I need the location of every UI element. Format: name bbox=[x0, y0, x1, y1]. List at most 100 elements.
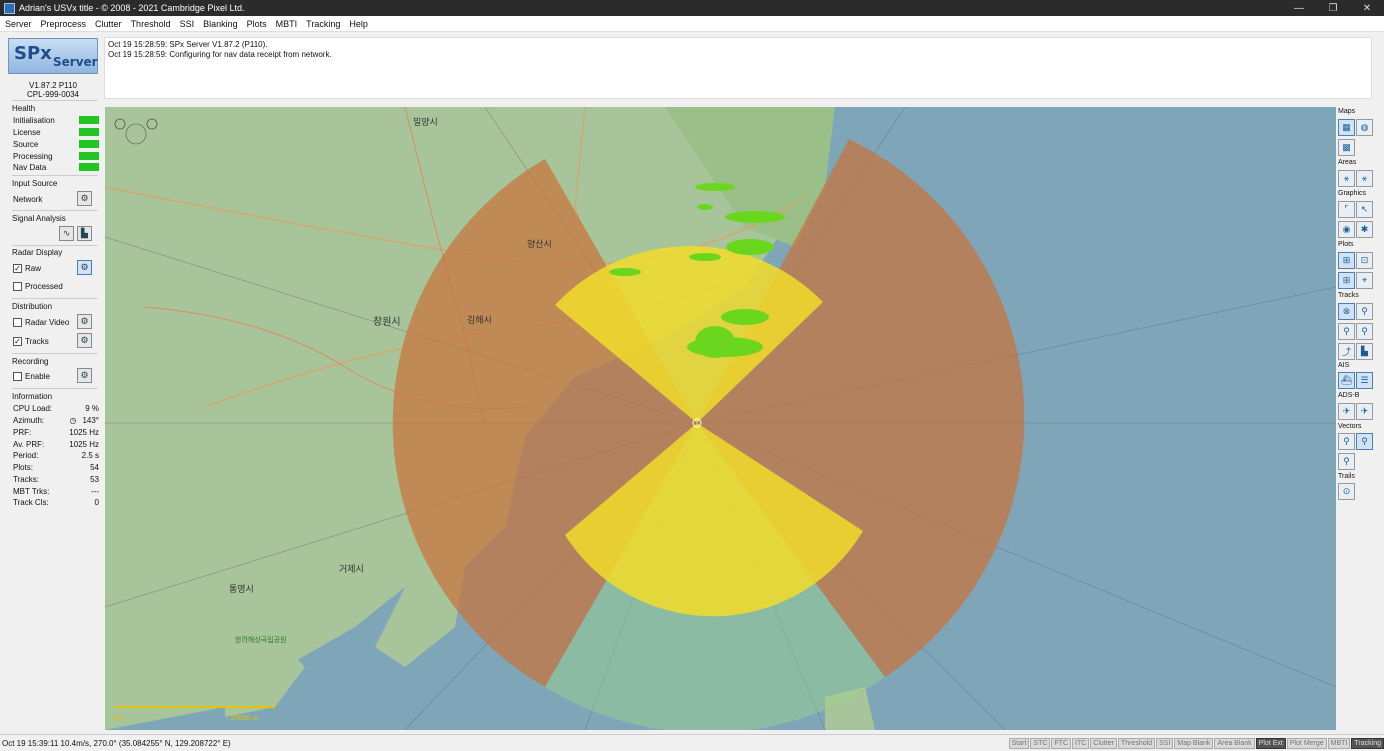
minimize-button[interactable]: — bbox=[1282, 0, 1316, 16]
info-label: Period: bbox=[13, 450, 39, 460]
status-map-blank-button[interactable]: Map Blank bbox=[1174, 737, 1214, 749]
serial-label: CPL-999-0034 bbox=[26, 90, 80, 99]
status-coordinates: Oct 19 15:39:11 10.4m/s, 270.0° (35.0842… bbox=[2, 738, 231, 748]
marker-icon: ⌖ bbox=[1361, 275, 1368, 285]
divider bbox=[12, 353, 98, 354]
status-area-blank-button[interactable]: Area Blank bbox=[1214, 737, 1255, 749]
radar-video-checkbox[interactable] bbox=[13, 317, 22, 327]
health-indicator bbox=[79, 128, 99, 136]
raw-checkbox[interactable]: ✓ bbox=[13, 263, 22, 273]
vectors-show-button[interactable]: ⚲ bbox=[1338, 433, 1355, 450]
menu-plots[interactable]: Plots bbox=[247, 19, 267, 29]
tracks-pick-button[interactable]: ⚲ bbox=[1356, 323, 1373, 340]
menu-ssi[interactable]: SSI bbox=[180, 19, 195, 29]
tracks-show-button[interactable]: ⊗ bbox=[1338, 303, 1355, 320]
status-bar: Oct 19 15:39:11 10.4m/s, 270.0° (35.0842… bbox=[0, 734, 1384, 751]
areas-edit-button[interactable]: ⚹ bbox=[1356, 170, 1373, 187]
menu-preprocess[interactable]: Preprocess bbox=[41, 19, 87, 29]
map-chart-button[interactable]: ▩ bbox=[1338, 139, 1355, 156]
logo-main-text: SPx bbox=[14, 43, 52, 64]
graphics-sun-button[interactable]: ✱ bbox=[1356, 221, 1373, 238]
map-label: 김해시 bbox=[467, 315, 492, 325]
status-ssi-button[interactable]: SSI bbox=[1156, 737, 1174, 749]
menu-clutter[interactable]: Clutter bbox=[95, 19, 122, 29]
info-label: Plots: bbox=[13, 462, 34, 472]
graphics-target-button[interactable]: ◉ bbox=[1338, 221, 1355, 238]
info-row: Azimuth: ◷ 143° bbox=[13, 414, 99, 426]
menu-threshold[interactable]: Threshold bbox=[131, 19, 171, 29]
wrench-icon: ⚙ bbox=[80, 370, 89, 380]
health-indicator bbox=[79, 152, 99, 160]
map-label: 한려해상국립공원 bbox=[235, 637, 287, 644]
tracks-history-button[interactable]: ⤴ bbox=[1338, 343, 1355, 360]
recording-title: Recording bbox=[12, 357, 49, 366]
areas-button[interactable]: ⚹ bbox=[1338, 170, 1355, 187]
message-log[interactable]: Oct 19 15:28:59: SPx Server V1.87.2 (P11… bbox=[104, 37, 1372, 99]
plots-marker-button[interactable]: ⌖ bbox=[1356, 272, 1373, 289]
status-itc-button[interactable]: ITC bbox=[1072, 737, 1090, 749]
info-label: CPU Load: bbox=[13, 403, 53, 413]
graphics-frame-button[interactable]: ⌜ bbox=[1338, 201, 1355, 218]
target-icon: ◉ bbox=[1342, 224, 1351, 234]
menu-mbti[interactable]: MBTI bbox=[276, 19, 298, 29]
azimuth-dial-icon: ◷ bbox=[69, 415, 77, 425]
signal-analysis-a-button[interactable]: ∿ bbox=[59, 226, 74, 241]
tracks-search-button[interactable]: ⚲ bbox=[1356, 303, 1373, 320]
area-edit-icon: ⚹ bbox=[1361, 173, 1368, 183]
close-button[interactable]: ✕ bbox=[1350, 0, 1384, 16]
processed-row[interactable]: Processed bbox=[13, 280, 99, 292]
status-mbti-button[interactable]: MBTI bbox=[1327, 737, 1351, 749]
version-label: V1.87.2 P110 bbox=[29, 81, 77, 90]
vectors-group-label: Vectors bbox=[1338, 423, 1362, 430]
vectors-extra-button[interactable]: ⚲ bbox=[1338, 453, 1355, 470]
status-ftc-button[interactable]: FTC bbox=[1051, 737, 1072, 749]
ais-show-button[interactable]: ⛴ bbox=[1338, 372, 1355, 389]
raw-settings-button[interactable]: ⚙ bbox=[77, 260, 92, 275]
status-threshold-button[interactable]: Threshold bbox=[1117, 737, 1156, 749]
tracks-pin-button[interactable]: ⚲ bbox=[1338, 323, 1355, 340]
info-label: Track Cls: bbox=[13, 497, 49, 507]
radar-video-settings-button[interactable]: ⚙ bbox=[77, 314, 92, 329]
status-tracking-button[interactable]: Tracking bbox=[1351, 737, 1384, 749]
adsb-list-button[interactable]: ✈ bbox=[1356, 403, 1373, 420]
tracks-chart-button[interactable]: ▙ bbox=[1356, 343, 1373, 360]
health-indicator bbox=[79, 140, 99, 148]
adsb-show-button[interactable]: ✈ bbox=[1338, 403, 1355, 420]
status-plot-merge-button[interactable]: Plot Merge bbox=[1286, 737, 1327, 749]
plots-settings-button[interactable]: ⊡ bbox=[1356, 252, 1373, 269]
map-globe-button[interactable]: ◍ bbox=[1356, 119, 1373, 136]
signal-analysis-b-button[interactable]: ▙ bbox=[77, 226, 92, 241]
info-row: PRF: 1025 Hz bbox=[13, 426, 99, 438]
processed-checkbox[interactable] bbox=[13, 281, 22, 291]
status-start-button[interactable]: Start bbox=[1008, 737, 1030, 749]
menu-tracking[interactable]: Tracking bbox=[306, 19, 340, 29]
recording-settings-button[interactable]: ⚙ bbox=[77, 368, 92, 383]
maximize-button[interactable]: ❐ bbox=[1316, 0, 1350, 16]
map-base-button[interactable]: ▦ bbox=[1338, 119, 1355, 136]
input-source-settings-button[interactable]: ⚙ bbox=[77, 191, 92, 206]
cursor-icon: ↖ bbox=[1360, 204, 1369, 214]
ais-group-label: AIS bbox=[1338, 362, 1350, 369]
trails-button[interactable]: ⊙ bbox=[1338, 483, 1355, 500]
maps-group-label: Maps bbox=[1338, 108, 1356, 115]
ais-list-button[interactable]: ☰ bbox=[1356, 372, 1373, 389]
scale-start-label: 0 m bbox=[113, 715, 125, 722]
radar-map-view[interactable]: 밀양시 양산시 창원시 김해시 거제시 통영시 한려해상국립공원 0 m 200… bbox=[105, 107, 1336, 730]
graphics-cursor-button[interactable]: ↖ bbox=[1356, 201, 1373, 218]
tracks-settings-button[interactable]: ⚙ bbox=[77, 333, 92, 348]
menu-blanking[interactable]: Blanking bbox=[203, 19, 238, 29]
vectors-edit-button[interactable]: ⚲ bbox=[1356, 433, 1373, 450]
aircraft-icon: ✈ bbox=[1342, 406, 1351, 416]
status-plot-ext-button[interactable]: Plot Ext bbox=[1255, 737, 1286, 749]
status-clutter-button[interactable]: Clutter bbox=[1090, 737, 1117, 749]
menu-server[interactable]: Server bbox=[5, 19, 32, 29]
plots-view-button[interactable]: ⊞ bbox=[1338, 272, 1355, 289]
menu-help[interactable]: Help bbox=[349, 19, 368, 29]
status-stc-button[interactable]: STC bbox=[1030, 737, 1051, 749]
health-label: Nav Data bbox=[13, 162, 47, 172]
tracks-checkbox[interactable]: ✓ bbox=[13, 336, 22, 346]
input-source-title: Input Source bbox=[12, 179, 58, 188]
frame-icon: ⌜ bbox=[1344, 204, 1349, 214]
enable-checkbox[interactable] bbox=[13, 371, 22, 381]
plots-grid-button[interactable]: ⊞ bbox=[1338, 252, 1355, 269]
